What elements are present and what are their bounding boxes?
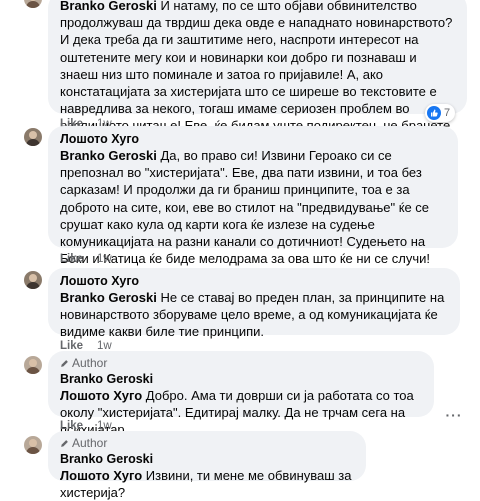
pen-author-icon bbox=[61, 440, 68, 447]
avatar[interactable] bbox=[24, 436, 42, 454]
comment-text: Да, во право си! Извини Героако си се пр… bbox=[60, 148, 430, 283]
comment-bubble: Author Branko Geroski Лошото Хуго Добро.… bbox=[48, 351, 434, 437]
more-options-icon[interactable]: ··· bbox=[444, 405, 464, 425]
avatar[interactable] bbox=[24, 271, 42, 289]
pen-author-icon bbox=[61, 360, 68, 367]
comment-author[interactable]: Branko Geroski bbox=[60, 451, 354, 467]
comment-actions: Like 1w bbox=[60, 253, 112, 265]
timestamp[interactable]: 1w bbox=[97, 253, 112, 265]
comment-bubble: Лошото Хуго Branko Geroski Не се ставај … bbox=[48, 268, 460, 339]
author-badge: Author bbox=[60, 356, 422, 371]
mention-tag[interactable]: Лошото Хуго bbox=[60, 468, 142, 483]
comment-author[interactable]: Branko Geroski bbox=[60, 0, 157, 13]
comment-bubble: Author Branko Geroski Лошото Хуго Извини… bbox=[48, 431, 366, 500]
comment-author[interactable]: Лошото Хуго bbox=[60, 131, 446, 147]
comment-author[interactable]: Branko Geroski bbox=[60, 371, 422, 387]
author-badge: Author bbox=[60, 436, 354, 451]
like-button[interactable]: Like bbox=[60, 253, 83, 265]
author-badge-label: Author bbox=[72, 436, 108, 450]
mention-tag[interactable]: Branko Geroski bbox=[60, 290, 157, 305]
avatar[interactable] bbox=[24, 128, 42, 146]
mention-tag[interactable]: Лошото Хуго bbox=[60, 388, 142, 403]
comment-bubble: Лошото Хуго Branko Geroski Да, во право … bbox=[48, 126, 458, 283]
like-thumb-icon bbox=[427, 106, 441, 120]
comment-bubble: Branko Geroski И натаму, по се што објав… bbox=[48, 0, 467, 151]
reaction-summary[interactable]: 7 bbox=[425, 104, 456, 122]
reaction-count: 7 bbox=[444, 107, 451, 119]
avatar[interactable] bbox=[24, 356, 42, 374]
mention-tag[interactable]: Branko Geroski bbox=[60, 148, 157, 163]
author-badge-label: Author bbox=[72, 356, 108, 370]
avatar[interactable] bbox=[24, 0, 42, 8]
comment-author[interactable]: Лошото Хуго bbox=[60, 273, 448, 289]
